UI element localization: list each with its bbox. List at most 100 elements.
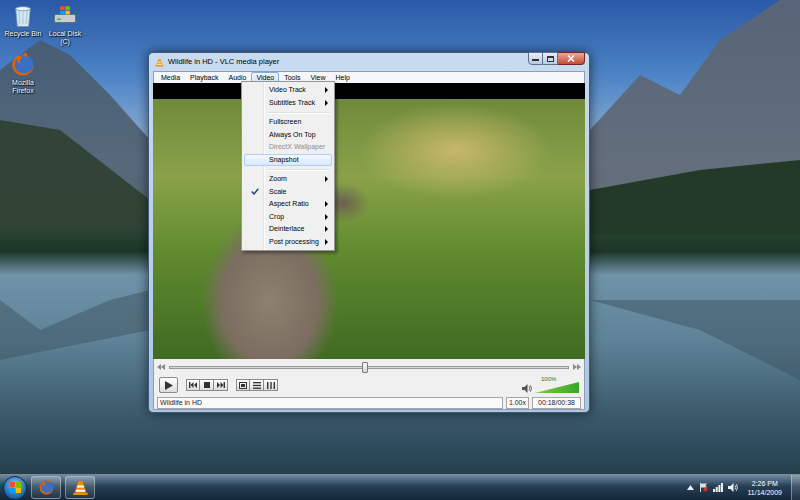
rewind-icon[interactable]	[157, 364, 165, 370]
submenu-arrow-icon	[325, 239, 328, 245]
controls-panel: 100% Wildlife in HD 1.00x 00:18/00:38	[153, 359, 585, 410]
minimize-button[interactable]	[528, 52, 543, 65]
clock-date: 11/14/2009	[747, 488, 782, 497]
submenu-arrow-icon	[325, 87, 328, 93]
seek-bar[interactable]	[169, 366, 569, 369]
window-controls	[528, 52, 585, 65]
volume-reading: 100%	[541, 376, 556, 383]
menu-bar-item[interactable]: Playback	[185, 72, 223, 84]
desktop-icon[interactable]: Local Disk (C)	[44, 3, 86, 46]
menu-item: DirectX Wallpaper	[244, 141, 332, 154]
menu-item-label-wrap: Subtitles Track	[269, 98, 325, 109]
menu-separator	[268, 112, 330, 114]
submenu-arrow-icon	[325, 176, 328, 182]
menu-item[interactable]: Aspect Ratio	[244, 198, 332, 211]
volume-slider[interactable]: 100%	[535, 377, 579, 393]
volume-fill	[535, 382, 579, 393]
desktop-icon[interactable]: Mozilla Firefox	[2, 52, 44, 95]
volume-icon[interactable]	[728, 483, 738, 492]
system-tray: 2:26 PM 11/14/2009	[687, 475, 800, 500]
submenu-arrow-icon	[325, 214, 328, 220]
fullscreen-button[interactable]	[236, 379, 250, 391]
menu-item[interactable]: Zoom	[244, 173, 332, 186]
start-button[interactable]	[3, 476, 27, 500]
menu-item-label: Always On Top	[269, 131, 316, 138]
menu-item[interactable]: Scale	[244, 186, 332, 199]
menu-item-label: Video Track	[269, 86, 306, 93]
recycle-bin-icon	[10, 3, 36, 29]
next-icon	[217, 382, 225, 388]
desktop: Recycle BinLocal Disk (C)Mozilla Firefox…	[0, 0, 800, 474]
menu-item-label-wrap: Video Track	[269, 85, 325, 96]
action-center-flag-icon[interactable]	[699, 483, 708, 492]
menu-item[interactable]: Post processing	[244, 236, 332, 249]
menu-bar-label: Help	[336, 74, 350, 81]
menu-item-label-wrap: Post processing	[269, 237, 325, 248]
menu-bar-item[interactable]: Media	[156, 72, 185, 84]
video-menu: Video Track Subtitles Track Fullscreen Alwa…	[241, 81, 335, 251]
vlc-taskbar-button[interactable]	[65, 476, 95, 499]
menu-item-label-wrap: Scale	[269, 187, 328, 198]
playback-speed[interactable]: 1.00x	[506, 397, 529, 409]
show-hidden-icons-icon[interactable]	[687, 485, 694, 490]
menu-item[interactable]: Fullscreen	[244, 116, 332, 129]
equalizer-icon	[267, 382, 275, 389]
network-icon[interactable]	[713, 483, 723, 492]
menu-item-label-wrap: Aspect Ratio	[269, 199, 325, 210]
menu-bar-label: Media	[161, 74, 180, 81]
previous-button[interactable]	[186, 379, 200, 391]
menu-item[interactable]: Snapshot	[244, 154, 332, 167]
vlc-cone-icon	[155, 58, 164, 67]
extended-settings-button[interactable]	[264, 379, 278, 391]
playlist-button[interactable]	[250, 379, 264, 391]
desktop-icon-label: Local Disk (C)	[44, 30, 86, 46]
menu-item[interactable]: Crop	[244, 211, 332, 224]
menu-bar-label: Audio	[228, 74, 246, 81]
clock[interactable]: 2:26 PM 11/14/2009	[743, 479, 786, 497]
status-bar: Wildlife in HD 1.00x 00:18/00:38	[157, 397, 581, 409]
title-bar[interactable]: Wildlife in HD - VLC media player	[153, 53, 585, 71]
menu-item-label: Snapshot	[269, 156, 299, 163]
vlc-window[interactable]: Wildlife in HD - VLC media player Media P…	[148, 52, 590, 413]
menu-item[interactable]: Deinterlace	[244, 223, 332, 236]
show-desktop-button[interactable]	[791, 475, 800, 500]
menu-item-label: Aspect Ratio	[269, 200, 309, 207]
menu-item[interactable]: Always On Top	[244, 129, 332, 142]
close-icon	[567, 55, 575, 62]
maximize-icon	[547, 56, 554, 62]
playback-time[interactable]: 00:18/00:38	[532, 397, 581, 409]
desktop-icons: Recycle BinLocal Disk (C)Mozilla Firefox	[2, 3, 86, 95]
close-button[interactable]	[558, 52, 585, 65]
menu-item-label: Scale	[269, 188, 287, 195]
stop-button[interactable]	[200, 379, 214, 391]
maximize-button[interactable]	[543, 52, 558, 65]
menu-item-label-wrap: Snapshot	[269, 155, 328, 166]
speaker-icon[interactable]	[522, 384, 532, 393]
check-mark-icon	[248, 155, 262, 166]
hard-drive-icon	[52, 3, 78, 29]
menu-item[interactable]: Subtitles Track	[244, 97, 332, 110]
playlist-icon	[253, 382, 261, 389]
play-icon	[165, 381, 173, 390]
next-button[interactable]	[214, 379, 228, 391]
menu-item[interactable]: Video Track	[244, 84, 332, 97]
transport-row: 100%	[157, 374, 581, 396]
video-area[interactable]	[153, 83, 585, 359]
play-button[interactable]	[159, 377, 178, 393]
desktop-icon[interactable]: Recycle Bin	[2, 3, 44, 46]
menu-bar: MediaPlaybackAudioVideoToolsViewHelp	[153, 71, 585, 83]
seek-thumb[interactable]	[362, 362, 368, 373]
firefox-taskbar-button[interactable]	[31, 476, 61, 499]
screen: Recycle BinLocal Disk (C)Mozilla Firefox…	[0, 0, 800, 500]
volume-track[interactable]	[535, 382, 579, 393]
submenu-arrow-icon	[325, 100, 328, 106]
fast-forward-icon[interactable]	[573, 364, 581, 370]
menu-item-label: Fullscreen	[269, 118, 301, 125]
firefox-icon	[38, 479, 55, 496]
seek-row	[157, 360, 581, 374]
